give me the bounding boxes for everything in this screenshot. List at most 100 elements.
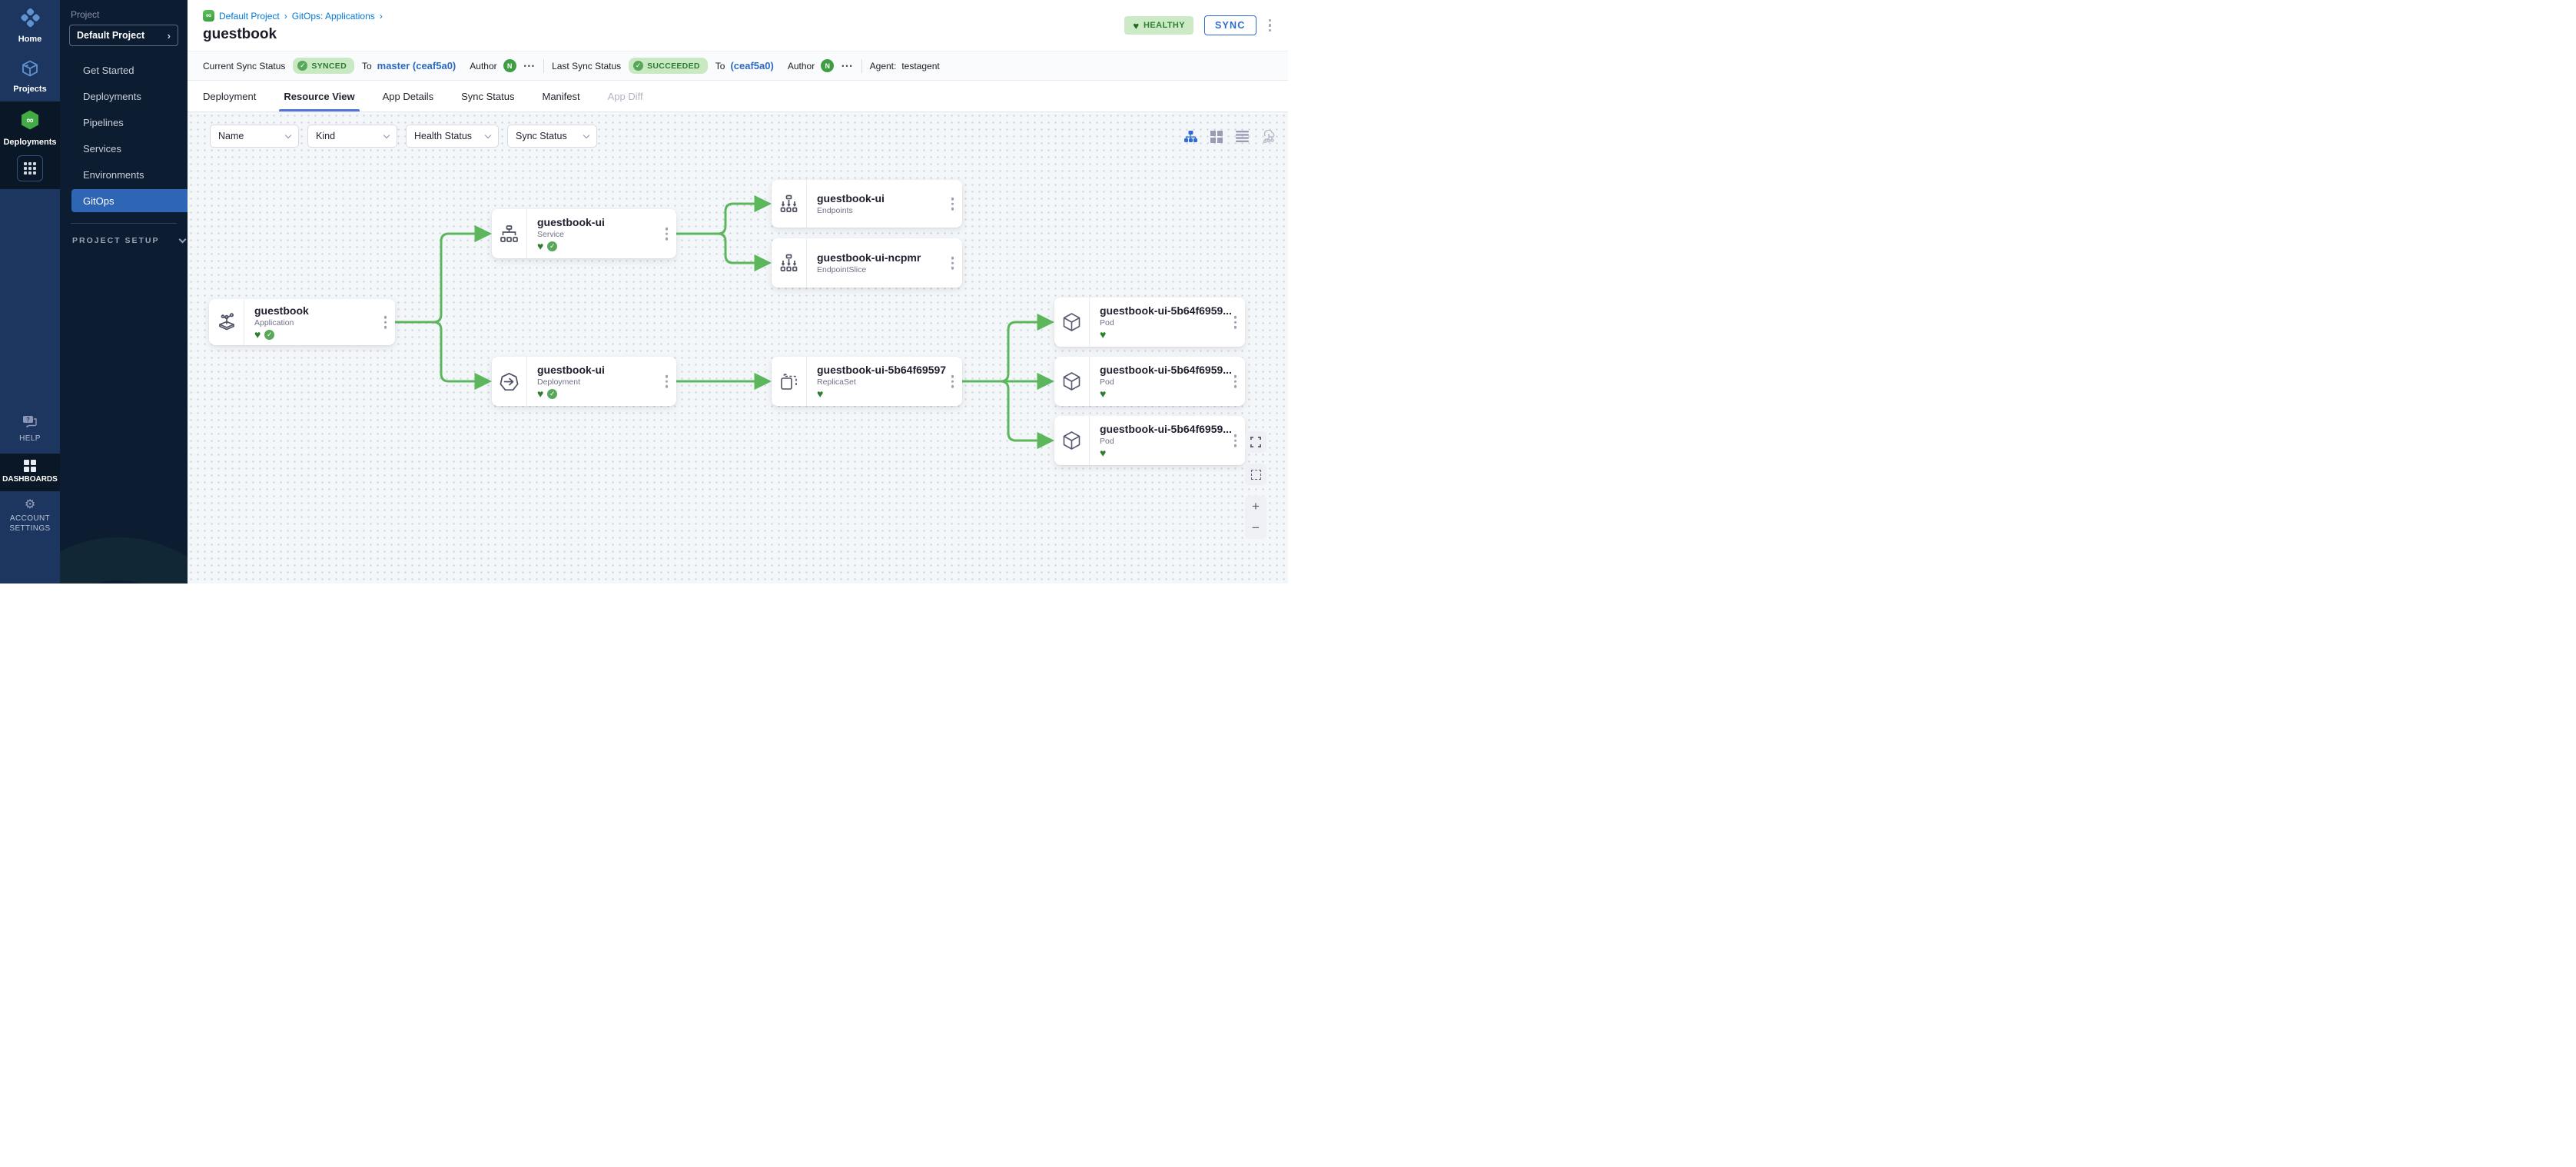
sidebar-item-pipelines[interactable]: Pipelines [60, 111, 188, 134]
resource-kind: Pod [1100, 318, 1232, 327]
resource-name: guestbook-ui [817, 192, 885, 204]
author-avatar: N [503, 59, 516, 72]
module-switcher-button[interactable] [17, 155, 43, 181]
filter-kind-select[interactable]: Kind [307, 125, 397, 148]
tab-sync-status[interactable]: Sync Status [461, 81, 514, 111]
list-view-icon[interactable] [1236, 131, 1249, 142]
fullscreen-button[interactable] [1245, 431, 1266, 453]
node-menu-kebab[interactable] [1233, 374, 1239, 390]
chevron-down-icon [178, 235, 186, 243]
resource-node-pod-2[interactable]: guestbook-ui-5b64f6959...Pod♥ [1054, 357, 1245, 406]
sidebar-item-get-started[interactable]: Get Started [60, 58, 188, 81]
grid-view-icon[interactable] [1210, 131, 1223, 143]
succeeded-badge: ✓SUCCEEDED [629, 58, 708, 74]
selection-mode-button[interactable] [1245, 464, 1266, 485]
current-sync-status-label: Current Sync Status [203, 61, 285, 71]
filter-sync-status-select[interactable]: Sync Status [507, 125, 597, 148]
tab-app-diff: App Diff [608, 81, 643, 111]
sync-button[interactable]: SYNC [1204, 15, 1256, 35]
breadcrumb-separator: › [380, 11, 383, 22]
project-section-label: Project [71, 9, 188, 20]
divider [71, 223, 177, 224]
sidebar-item-environments[interactable]: Environments [60, 163, 188, 186]
resource-node-pod-1[interactable]: guestbook-ui-5b64f6959...Pod♥ [1054, 298, 1245, 347]
resource-kind: ReplicaSet [817, 377, 946, 387]
node-menu-kebab[interactable] [950, 374, 956, 390]
tab-manifest[interactable]: Manifest [543, 81, 580, 111]
filter-name-select[interactable]: Name [210, 125, 299, 148]
resource-name: guestbook-ui-5b64f6959... [1100, 423, 1232, 435]
filter-health-status-select[interactable]: Health Status [406, 125, 499, 148]
node-menu-kebab[interactable] [383, 314, 389, 331]
node-menu-kebab[interactable] [664, 374, 670, 390]
resource-node-pod-3[interactable]: guestbook-ui-5b64f6959...Pod♥ [1054, 416, 1245, 465]
author-label: Author [470, 61, 496, 71]
graph-filters: Name Kind Health Status Sync Status [210, 125, 597, 148]
resource-node-replicaset[interactable]: guestbook-ui-5b64f69597ReplicaSet♥ [772, 357, 962, 406]
sidebar-item-deployments[interactable]: Deployments [60, 85, 188, 108]
module-home[interactable]: Home [0, 0, 60, 52]
breadcrumb-link-applications[interactable]: GitOps: Applications [292, 11, 375, 22]
synced-check-icon: ✓ [547, 241, 557, 251]
resource-name: guestbook [254, 304, 309, 317]
node-menu-kebab[interactable] [950, 255, 956, 271]
divider [861, 59, 862, 73]
project-selector[interactable]: Default Project › [69, 25, 178, 46]
resource-node-endpointslice[interactable]: guestbook-ui-ncpmrEndpointSlice [772, 238, 962, 288]
breadcrumb-link-project[interactable]: Default Project [219, 11, 280, 22]
heart-icon: ♥ [1133, 21, 1139, 31]
projects-icon [21, 59, 39, 81]
harness-watermark [60, 445, 188, 584]
app-tabs: Deployment Resource View App Details Syn… [188, 81, 1288, 111]
node-menu-kebab[interactable] [664, 226, 670, 242]
chevron-right-icon: › [168, 30, 171, 42]
resource-kind: EndpointSlice [817, 265, 921, 274]
resource-name: guestbook-ui-5b64f69597 [817, 364, 946, 376]
help-label: HELP [19, 434, 41, 444]
module-deployments[interactable]: ∞ Deployments [0, 101, 60, 155]
resource-node-deployment[interactable]: guestbook-uiDeployment♥✓ [492, 357, 676, 406]
resource-kind: Pod [1100, 377, 1232, 387]
network-view-icon[interactable] [1262, 130, 1276, 143]
healthy-heart-icon: ♥ [1100, 388, 1106, 399]
tree-view-icon[interactable] [1184, 131, 1197, 143]
tab-deployment[interactable]: Deployment [203, 81, 256, 111]
app-menu-kebab[interactable] [1267, 18, 1273, 34]
resource-kind: Service [537, 230, 605, 239]
help-button[interactable]: ? HELP [0, 412, 60, 449]
module-projects[interactable]: Projects [0, 52, 60, 101]
to-label: To [715, 61, 725, 71]
account-settings-button[interactable]: ⚙ ACCOUNTSETTINGS [0, 497, 60, 535]
dashboards-button[interactable]: DASHBOARDS [0, 458, 60, 487]
resource-node-endpoints[interactable]: guestbook-uiEndpoints [772, 180, 962, 228]
commit-more-button[interactable]: ••• [842, 62, 853, 70]
selected-project-name: Default Project [77, 30, 144, 41]
node-menu-kebab[interactable] [950, 196, 956, 212]
module-projects-label: Projects [13, 85, 46, 95]
node-menu-kebab[interactable] [1233, 433, 1239, 449]
tab-app-details[interactable]: App Details [383, 81, 433, 111]
chevron-down-icon [485, 131, 491, 138]
tab-resource-view[interactable]: Resource View [284, 81, 354, 111]
chevron-down-icon [285, 131, 291, 138]
zoom-in-button[interactable]: + [1245, 496, 1266, 517]
healthy-heart-icon: ♥ [537, 241, 543, 251]
last-commit-link[interactable]: (ceaf5a0) [730, 60, 773, 71]
resource-kind: Application [254, 318, 309, 327]
grid-icon [24, 162, 36, 175]
to-label: To [362, 61, 372, 71]
breadcrumb: ∞ Default Project › GitOps: Applications… [203, 10, 1273, 22]
view-mode-toggle [1184, 130, 1276, 143]
sidebar-item-gitops[interactable]: GitOps [71, 189, 188, 212]
commit-more-button[interactable]: ••• [524, 62, 536, 70]
sidebar-item-services[interactable]: Services [60, 137, 188, 160]
resource-node-service[interactable]: guestbook-uiService♥✓ [492, 209, 676, 258]
svg-text:∞: ∞ [26, 114, 33, 125]
resource-node-application[interactable]: guestbookApplication♥✓ [209, 299, 395, 345]
project-setup-toggle[interactable]: PROJECT SETUP [72, 236, 188, 245]
node-menu-kebab[interactable] [1233, 314, 1239, 331]
pod-icon [1054, 298, 1090, 347]
chevron-down-icon [583, 131, 589, 138]
current-commit-link[interactable]: master (ceaf5a0) [377, 60, 456, 71]
zoom-out-button[interactable]: − [1245, 517, 1266, 539]
